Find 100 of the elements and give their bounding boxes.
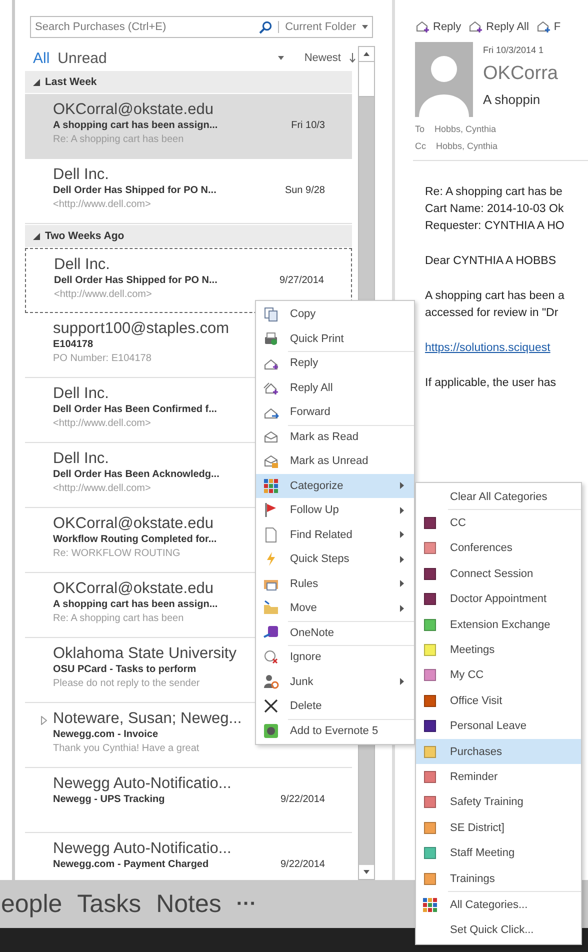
- message-subject: OSU PCard - Tasks to perform: [53, 663, 196, 677]
- message-subject: Dell Order Has Been Acknowledg...: [53, 468, 220, 482]
- scroll-up-icon[interactable]: [359, 47, 374, 61]
- menu-item[interactable]: All Categories...: [416, 892, 581, 918]
- group-header[interactable]: Last Week: [25, 71, 352, 93]
- color-grid-icon: [263, 478, 279, 494]
- menu-item[interactable]: Set Quick Click...: [416, 918, 581, 944]
- scrollbar-thumb[interactable]: [359, 61, 374, 97]
- group-title: Two Weeks Ago: [45, 230, 124, 242]
- menu-item[interactable]: Categorize: [256, 474, 414, 498]
- message-subject: Dell Order Has Been Confirmed f...: [53, 403, 217, 417]
- nav-item[interactable]: Tasks: [77, 890, 142, 918]
- expand-icon[interactable]: [41, 716, 47, 725]
- body-text: Re: A shopping cart has be: [425, 185, 562, 200]
- sender-name: Dell Inc.: [53, 384, 109, 403]
- message-subject: Newegg.com - Invoice: [53, 728, 158, 742]
- sender-name: Newegg Auto-Notificatio...: [53, 839, 232, 858]
- message-preview: Re: WORKFLOW ROUTING: [53, 547, 180, 561]
- message-subject: Workflow Routing Completed for...: [53, 533, 217, 547]
- dropdown-icon[interactable]: [362, 25, 368, 29]
- recipient-name[interactable]: Hobbs, Cynthia: [436, 141, 498, 151]
- group-header[interactable]: Two Weeks Ago: [25, 225, 352, 247]
- message-item[interactable]: OKCorral@okstate.edu A shopping cart has been assign... Fri 10/3 Re: A shopping cart has been: [25, 94, 352, 159]
- category-item[interactable]: CC: [416, 510, 581, 536]
- forward-button[interactable]: F: [536, 20, 561, 33]
- category-item[interactable]: Doctor Appointment: [416, 586, 581, 612]
- category-item[interactable]: My CC: [416, 662, 581, 688]
- sender-name: Noteware, Susan; Neweg...: [53, 709, 242, 728]
- message-date: Fri 10/3: [291, 119, 325, 133]
- sender-name: Newegg Auto-Notificatio...: [53, 774, 232, 793]
- message-date: 9/22/2014: [280, 793, 325, 807]
- message-item[interactable]: Newegg Auto-Notificatio... Newegg - UPS Tracking 9/22/2014: [25, 768, 352, 833]
- sort-button[interactable]: Newest: [304, 52, 341, 64]
- category-item[interactable]: Meetings: [416, 637, 581, 663]
- category-item[interactable]: Personal Leave: [416, 714, 581, 739]
- message-preview: <http://www.dell.com>: [53, 198, 151, 212]
- sender-name: support100@staples.com: [53, 319, 229, 338]
- message-preview: PO Number: E104178: [53, 352, 152, 366]
- color-grid-icon: [422, 896, 438, 913]
- message-item[interactable]: Dell Inc. Dell Order Has Shipped for PO N... Sun 9/28 <http://www.dell.com>: [25, 159, 352, 224]
- recipient-name[interactable]: Hobbs, Cynthia: [434, 124, 496, 134]
- reply-button[interactable]: Reply: [416, 20, 462, 33]
- message-subject: A shopping cart has been assign...: [53, 598, 218, 612]
- category-item[interactable]: Staff Meeting: [416, 840, 581, 866]
- category-item[interactable]: Reminder: [416, 764, 581, 790]
- body-text: accessed for review in "Dr: [425, 306, 558, 321]
- body-text: Dear CYNTHIA A HOBBS: [425, 254, 556, 269]
- filter-tab[interactable]: All: [33, 50, 50, 66]
- forward-icon: [536, 20, 551, 33]
- category-item[interactable]: Conferences: [416, 536, 581, 562]
- category-item[interactable]: Extension Exchange: [416, 612, 581, 638]
- reply-all-button[interactable]: Reply All: [469, 20, 529, 33]
- reply-all-icon: [263, 380, 279, 396]
- message-subject: Dell Order Has Shipped for PO N...: [53, 184, 216, 198]
- nav-item[interactable]: Notes: [156, 890, 222, 918]
- category-item[interactable]: Purchases: [416, 738, 581, 764]
- sender-name: OKCorral@okstate.edu: [53, 579, 214, 598]
- scroll-down-icon[interactable]: [359, 865, 374, 879]
- category-item[interactable]: Safety Training: [416, 790, 581, 816]
- envelope-icon: [263, 428, 279, 445]
- sender-name: Dell Inc.: [53, 165, 109, 184]
- person-icon: [263, 674, 279, 690]
- message-preview: Re: A shopping cart has been: [53, 612, 184, 626]
- envelope-icon: [263, 453, 279, 470]
- more-button[interactable]: ···: [236, 892, 256, 916]
- document-icon: [263, 526, 279, 543]
- recipient-label: To: [415, 124, 425, 134]
- reply-icon: [469, 20, 484, 33]
- body-text: Cart Name: 2014-10-03 Ok: [425, 202, 564, 217]
- message-date: 9/27/2014: [280, 274, 324, 288]
- reply-icon: [416, 20, 430, 33]
- nav-item[interactable]: eople: [1, 890, 62, 918]
- dropdown-icon[interactable]: [278, 56, 284, 60]
- body-text: Requester: CYNTHIA A HO: [425, 219, 564, 234]
- ignore-icon: [263, 649, 279, 666]
- sender-name: OKCorral@okstate.edu: [53, 514, 214, 533]
- app-icon: [263, 722, 279, 739]
- delete-icon: [263, 698, 279, 714]
- category-item[interactable]: Office Visit: [416, 688, 581, 714]
- body-text: A shopping cart has been a: [425, 289, 564, 304]
- category-item[interactable]: SE District]: [416, 815, 581, 840]
- search-field[interactable]: Search Purchases (Ctrl+E) Current Folder: [30, 16, 373, 38]
- message-subject: E104178: [53, 338, 94, 352]
- scope-dropdown[interactable]: Current Folder: [285, 21, 356, 33]
- filter-tab[interactable]: Unread: [58, 50, 107, 66]
- down-arrow-icon: [349, 53, 356, 63]
- category-item[interactable]: Connect Session: [416, 561, 581, 587]
- group-title: Last Week: [45, 76, 97, 88]
- message-subject: A shopping cart has been assign...: [53, 119, 218, 133]
- link[interactable]: https://solutions.sciquest: [425, 340, 550, 357]
- sender-name: OKCorral@okstate.edu: [53, 100, 214, 119]
- message-date: 9/22/2014: [280, 858, 325, 872]
- message-subject: A shoppin: [483, 92, 542, 107]
- sender-name: Oklahoma State University: [53, 644, 236, 663]
- message-preview: Please do not reply to the sender: [53, 677, 200, 691]
- message-preview: <http://www.dell.com>: [53, 482, 151, 496]
- body-text: If applicable, the user has: [425, 376, 556, 391]
- category-item[interactable]: Trainings: [416, 866, 581, 892]
- menu-item[interactable]: Clear All Categories: [416, 484, 581, 510]
- sender-name: OKCorra: [483, 63, 558, 85]
